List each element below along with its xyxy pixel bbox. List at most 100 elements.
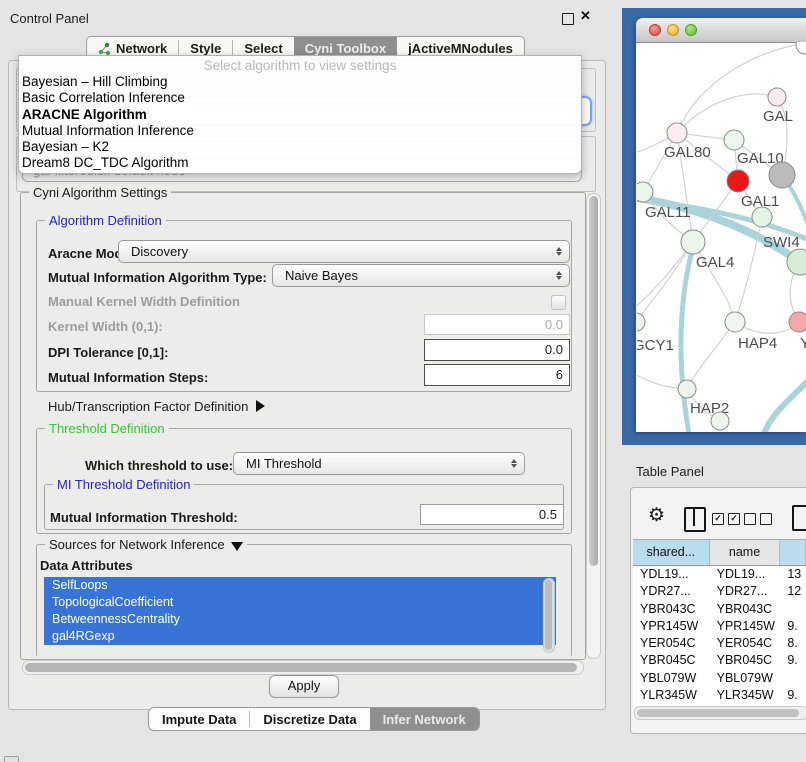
tab-discretize-data[interactable]: Discretize Data	[250, 708, 369, 730]
mi-type-value: Naive Bayes	[285, 268, 358, 283]
network-node-gal11[interactable]	[637, 182, 653, 202]
network-node[interactable]	[752, 207, 772, 227]
table-cell	[780, 601, 806, 618]
zoom-window-icon[interactable]	[685, 24, 697, 36]
settings-vertical-scrollbar[interactable]	[586, 193, 601, 659]
table-row[interactable]: YBR045CYBR045C9.	[633, 652, 806, 669]
column-header-name[interactable]: name	[710, 540, 781, 565]
control-panel-title: Control Panel	[10, 11, 89, 26]
network-node-gcy1[interactable]	[637, 313, 645, 331]
network-node-hap2[interactable]	[678, 380, 696, 398]
settings-horizontal-scrollbar[interactable]	[22, 660, 584, 675]
close-window-icon[interactable]	[649, 24, 661, 36]
network-graph-canvas[interactable]: GALGAL80GAL10GAL1GAL11GAL4SWI4GCY1HAP4YH…	[637, 42, 806, 432]
table-row[interactable]: YBL079WYBL079W	[633, 670, 806, 687]
tab-label: Network	[116, 41, 167, 56]
spinner-arrows-icon	[511, 459, 517, 468]
mi-steps-field[interactable]: 6	[424, 364, 570, 386]
horizontal-scrollbar-thumb[interactable]	[25, 663, 577, 672]
table-row[interactable]: YDL19...YDL19...13	[633, 566, 806, 583]
attribute-item[interactable]: BetweennessCentrality	[44, 611, 556, 628]
network-edge[interactable]	[677, 94, 777, 133]
network-node-gal80[interactable]	[667, 123, 687, 143]
dropdown-item[interactable]: Bayesian – K2	[19, 139, 581, 155]
table-row[interactable]: YLR345WYLR345W9.	[633, 687, 806, 704]
table-cell: YBR043C	[633, 601, 710, 618]
network-node[interactable]	[769, 162, 795, 188]
network-node[interactable]	[711, 412, 729, 430]
network-node-gal[interactable]	[768, 88, 786, 106]
select-all-columns-icon[interactable]: ✓✓	[712, 513, 740, 525]
dropdown-item[interactable]: Basic Correlation Inference	[19, 90, 581, 106]
close-panel-icon[interactable]: ✕	[580, 8, 591, 24]
algorithm-dropdown-popup: Select algorithm to view settings Bayesi…	[18, 55, 582, 174]
table-cell: YBL079W	[633, 670, 710, 687]
hub-definition-label: Hub/Transcription Factor Definition	[48, 399, 248, 414]
dpi-tolerance-field[interactable]: 0.0	[424, 339, 570, 361]
table-row[interactable]: YER054CYER054C8.	[633, 635, 806, 652]
minimize-window-icon[interactable]	[667, 24, 679, 36]
table-cell: 13	[780, 566, 806, 583]
export-table-icon[interactable]	[792, 505, 806, 531]
mi-type-combobox[interactable]: Naive Bayes	[272, 264, 570, 287]
dropdown-placeholder: Select algorithm to view settings	[19, 56, 581, 74]
manual-kernel-checkbox[interactable]	[551, 295, 566, 310]
application-window: Control Panel ✕ NetworkStyleSelectCyni T…	[0, 0, 806, 762]
dropdown-item[interactable]: Dream8 DC_TDC Algorithm	[19, 155, 581, 171]
spinner-arrows-icon	[556, 271, 562, 280]
table-cell: YBR043C	[710, 601, 781, 618]
gear-icon[interactable]: ⚙	[648, 504, 665, 527]
table-row[interactable]: YBR043CYBR043C	[633, 601, 806, 618]
dropdown-item[interactable]: Bayesian – Hill Climbing	[19, 74, 581, 90]
tab-impute-data[interactable]: Impute Data	[149, 708, 249, 730]
hub-definition-toggle[interactable]: Hub/Transcription Factor Definition	[48, 399, 265, 414]
minimized-panel-icon[interactable]	[4, 756, 19, 762]
collapsed-arrow-icon	[256, 400, 265, 412]
table-cell: 9.	[780, 652, 806, 669]
dropdown-item[interactable]: Mutual Information Inference	[19, 123, 581, 139]
table-horizontal-scrollbar[interactable]	[634, 706, 806, 720]
network-node-hap4[interactable]	[725, 312, 745, 332]
attributes-scrollbar[interactable]	[543, 578, 555, 653]
tab-infer-network[interactable]: Infer Network	[370, 708, 479, 730]
network-window-titlebar[interactable]	[636, 18, 806, 43]
tab-label: Style	[190, 41, 221, 56]
mi-steps-label: Mutual Information Steps:	[48, 370, 208, 385]
table-scrollbar-thumb[interactable]	[637, 709, 799, 717]
aracne-mode-combobox[interactable]: Discovery	[118, 240, 570, 263]
dropdown-item[interactable]: ARACNE Algorithm	[19, 107, 581, 123]
table-body: YDL19...YDL19...13YDR27...YDR27...12YBR0…	[633, 566, 806, 708]
which-threshold-combobox[interactable]: MI Threshold	[233, 452, 525, 475]
split-columns-icon[interactable]	[684, 507, 706, 532]
attribute-item[interactable]: gal4RGexp	[44, 628, 556, 645]
kernel-width-field[interactable]: 0.0	[424, 314, 570, 335]
attribute-item[interactable]: TopologicalCoefficient	[44, 594, 556, 611]
mi-threshold-label: Mutual Information Threshold:	[50, 510, 238, 525]
network-node-y[interactable]	[789, 312, 806, 332]
column-header[interactable]	[780, 540, 806, 565]
settings-scrollbar-thumb[interactable]	[589, 196, 598, 566]
float-panel-icon[interactable]	[562, 13, 574, 25]
network-node-gal4[interactable]	[681, 230, 705, 254]
apply-button[interactable]: Apply	[269, 675, 339, 698]
data-attributes-label: Data Attributes	[40, 558, 133, 573]
deselect-all-columns-icon[interactable]	[744, 513, 772, 525]
attributes-scrollbar-thumb[interactable]	[545, 580, 552, 650]
network-node-gal1[interactable]	[727, 170, 749, 192]
settings-group-title: Cyni Algorithm Settings	[29, 185, 171, 200]
spinner-arrows-icon	[556, 247, 562, 256]
network-edge[interactable]	[687, 322, 735, 389]
table-cell: YLR345W	[633, 687, 710, 704]
table-row[interactable]: YDR27...YDR27...12	[633, 583, 806, 600]
bottom-tab-bar: Impute DataDiscretize DataInfer Network	[148, 707, 480, 731]
table-row[interactable]: YPR145WYPR145W9.	[633, 618, 806, 635]
node-label: HAP4	[738, 335, 777, 352]
attribute-item[interactable]: SelfLoops	[44, 577, 556, 594]
column-header-shared[interactable]: shared...	[633, 540, 710, 565]
node-label: SWI4	[763, 234, 800, 251]
network-node[interactable]	[796, 42, 806, 54]
network-edge[interactable]	[764, 380, 806, 432]
mi-threshold-field[interactable]: 0.5	[420, 504, 564, 525]
data-attributes-list[interactable]: SelfLoopsTopologicalCoefficientBetweenne…	[44, 577, 556, 653]
network-node-gal10[interactable]	[724, 130, 744, 150]
